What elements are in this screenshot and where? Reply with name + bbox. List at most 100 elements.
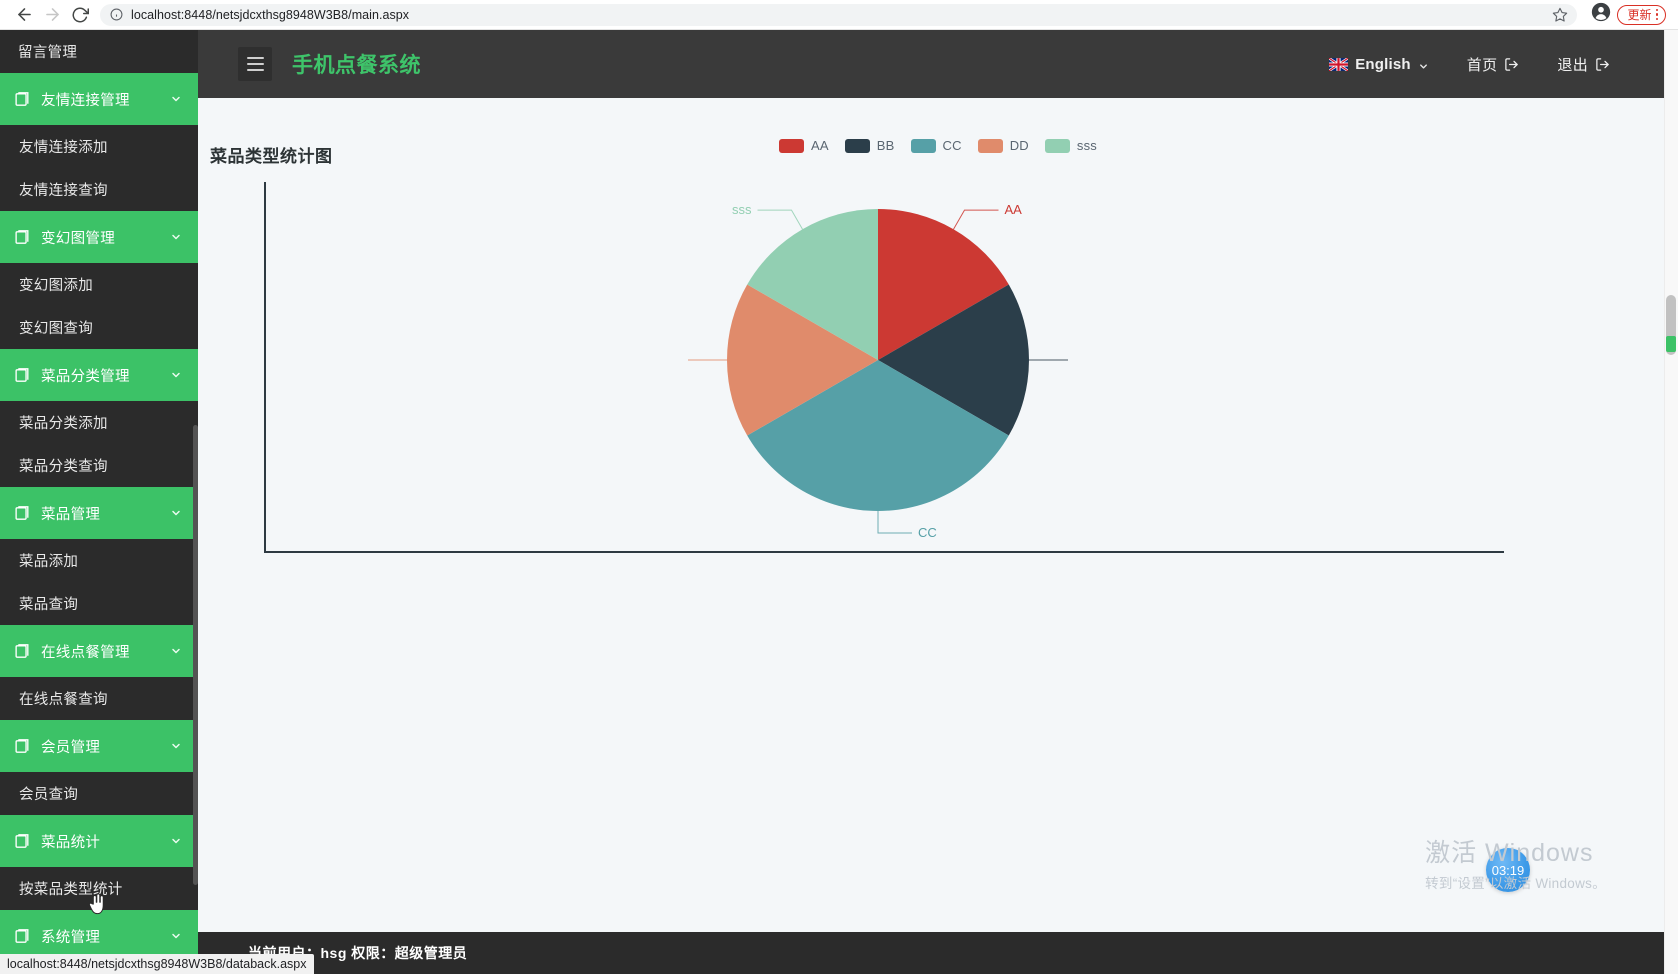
sidebar-item-label: 菜品查询 [19, 597, 79, 613]
kebab-menu-icon[interactable] [1655, 8, 1658, 21]
logout-link[interactable]: 退出 [1557, 54, 1610, 75]
legend-item[interactable]: sss [1044, 138, 1097, 153]
sidebar-submenu: 菜品分类添加 菜品分类查询 [0, 401, 198, 487]
folder-icon [14, 367, 31, 384]
legend-swatch [779, 138, 804, 153]
chevron-down-icon[interactable] [170, 835, 182, 847]
app-header: 手机点餐系统 English 首页 退出 [198, 30, 1678, 98]
sidebar-item-dish-add[interactable]: 菜品添加 [0, 539, 198, 582]
watermark-line-2: 转到“设置”以激活 Windows。 [1425, 876, 1606, 891]
folder-icon [14, 505, 31, 522]
site-info-icon[interactable] [110, 8, 123, 21]
sidebar-group-friend-links[interactable]: 友情连接管理 [0, 73, 198, 125]
pie-chart-svg[interactable]: AABBCCDDsss [688, 170, 1068, 550]
legend-label: DD [1009, 138, 1029, 153]
pie-slice-label-sss: sss [732, 202, 752, 217]
sidebar-item-friend-link-add[interactable]: 友情连接添加 [0, 125, 198, 168]
sidebar-group-banner[interactable]: 变幻图管理 [0, 211, 198, 263]
page-title: 手机点餐系统 [292, 54, 421, 77]
chevron-down-icon[interactable] [1418, 59, 1429, 70]
back-arrow-icon[interactable] [10, 1, 38, 29]
watermark-line-1: 激活 Windows [1425, 839, 1594, 868]
chevron-down-icon[interactable] [170, 93, 182, 105]
sidebar-group-label: 菜品管理 [41, 506, 101, 523]
home-link-label: 首页 [1466, 56, 1498, 74]
main-content: 菜品类型统计图 AA BB CC DD sss AA CC sss 03:19 … [198, 98, 1678, 974]
sidebar-submenu: 按菜品类型统计 [0, 867, 198, 910]
legend-swatch [1044, 138, 1070, 153]
sidebar-item-label: 变幻图添加 [19, 278, 93, 294]
sidebar-item-dish-category-add[interactable]: 菜品分类添加 [0, 401, 198, 444]
sidebar-group-dish[interactable]: 菜品管理 [0, 487, 198, 539]
sidebar-group-label: 变幻图管理 [41, 230, 115, 247]
sidebar-group-label: 菜品统计 [41, 834, 101, 851]
sidebar-group-dish-category[interactable]: 菜品分类管理 [0, 349, 198, 401]
sidebar-group-label: 在线点餐管理 [41, 644, 130, 661]
page-footer: 当前用户：hsg 权限：超级管理员 [198, 932, 1678, 974]
pie-slice-label-CC: CC [918, 525, 937, 540]
pie-label-leader-sss [757, 209, 803, 230]
legend-item[interactable]: DD [977, 138, 1029, 153]
sidebar-group-member[interactable]: 会员管理 [0, 720, 198, 772]
sidebar-item-label: 会员查询 [19, 787, 79, 803]
update-button[interactable]: 更新 [1617, 4, 1666, 25]
sidebar: 留言管理 友情连接管理 友情连接添加 友情连接查询 变幻图管理 变幻图添加 变幻… [0, 30, 198, 974]
chevron-down-icon[interactable] [170, 231, 182, 243]
home-link[interactable]: 首页 [1467, 54, 1520, 75]
page-viewport: 留言管理 友情连接管理 友情连接添加 友情连接查询 变幻图管理 变幻图添加 变幻… [0, 30, 1678, 974]
sidebar-group-online-order[interactable]: 在线点餐管理 [0, 625, 198, 677]
legend-label: BB [876, 138, 895, 153]
sidebar-item-banner-add[interactable]: 变幻图添加 [0, 263, 198, 306]
pie-label-leader-CC [877, 511, 912, 534]
header-actions: English 首页 退出 [1329, 54, 1678, 75]
hamburger-menu-icon[interactable] [238, 47, 272, 81]
language-selector[interactable]: English [1329, 56, 1429, 73]
sidebar-item-online-order-query[interactable]: 在线点餐查询 [0, 677, 198, 720]
sidebar-item-label: 按菜品类型统计 [19, 882, 123, 898]
address-bar[interactable]: localhost:8448/netsjdcxthsg8948W3B8/main… [100, 3, 1578, 28]
update-button-label: 更新 [1627, 8, 1652, 22]
chevron-down-icon[interactable] [170, 740, 182, 752]
folder-icon [14, 643, 31, 660]
legend-item[interactable]: CC [910, 138, 962, 153]
legend-swatch [844, 138, 870, 153]
legend-label: sss [1076, 138, 1097, 153]
legend-item[interactable]: BB [844, 138, 895, 153]
sidebar-item-label: 友情连接添加 [19, 140, 108, 156]
uk-flag-icon [1329, 57, 1349, 71]
sidebar-item-member-query[interactable]: 会员查询 [0, 772, 198, 815]
sidebar-item-dish-category-query[interactable]: 菜品分类查询 [0, 444, 198, 487]
sidebar-item-message-management[interactable]: 留言管理 [0, 30, 198, 73]
chevron-down-icon[interactable] [170, 369, 182, 381]
pie-chart[interactable]: AABBCCDDsss [688, 170, 1068, 550]
folder-icon [14, 91, 31, 108]
bookmark-star-icon[interactable] [1552, 7, 1568, 28]
chart-axis-horizontal [264, 551, 1504, 553]
folder-icon [14, 738, 31, 755]
sidebar-group-label: 系统管理 [41, 929, 101, 946]
folder-icon [14, 229, 31, 246]
chevron-down-icon[interactable] [170, 507, 182, 519]
chevron-down-icon[interactable] [170, 930, 182, 942]
windows-activation-watermark: 激活 Windows 转到“设置”以激活 Windows。 [1425, 839, 1606, 892]
sidebar-item-label: 在线点餐查询 [19, 692, 108, 708]
sidebar-item-dish-type-statistics[interactable]: 按菜品类型统计 [0, 867, 198, 910]
sidebar-item-dish-query[interactable]: 菜品查询 [0, 582, 198, 625]
legend-swatch [910, 138, 936, 153]
folder-icon [14, 833, 31, 850]
profile-avatar-icon[interactable] [1591, 2, 1611, 27]
page-scrollbar[interactable] [1664, 30, 1678, 974]
logout-link-label: 退出 [1557, 56, 1588, 74]
browser-status-bar: localhost:8448/netsjdcxthsg8948W3B8/data… [0, 954, 314, 974]
legend-item[interactable]: AA [779, 138, 829, 153]
reload-icon[interactable] [66, 1, 94, 29]
sidebar-group-label: 友情连接管理 [41, 92, 130, 109]
sidebar-submenu: 菜品添加 菜品查询 [0, 539, 198, 625]
address-bar-url: localhost:8448/netsjdcxthsg8948W3B8/main… [131, 7, 410, 22]
legend-label: AA [811, 138, 829, 153]
sidebar-group-dish-statistics[interactable]: 菜品统计 [0, 815, 198, 867]
sidebar-item-friend-link-query[interactable]: 友情连接查询 [0, 168, 198, 211]
folder-icon [14, 928, 31, 945]
sidebar-item-banner-query[interactable]: 变幻图查询 [0, 306, 198, 349]
chevron-down-icon[interactable] [170, 645, 182, 657]
